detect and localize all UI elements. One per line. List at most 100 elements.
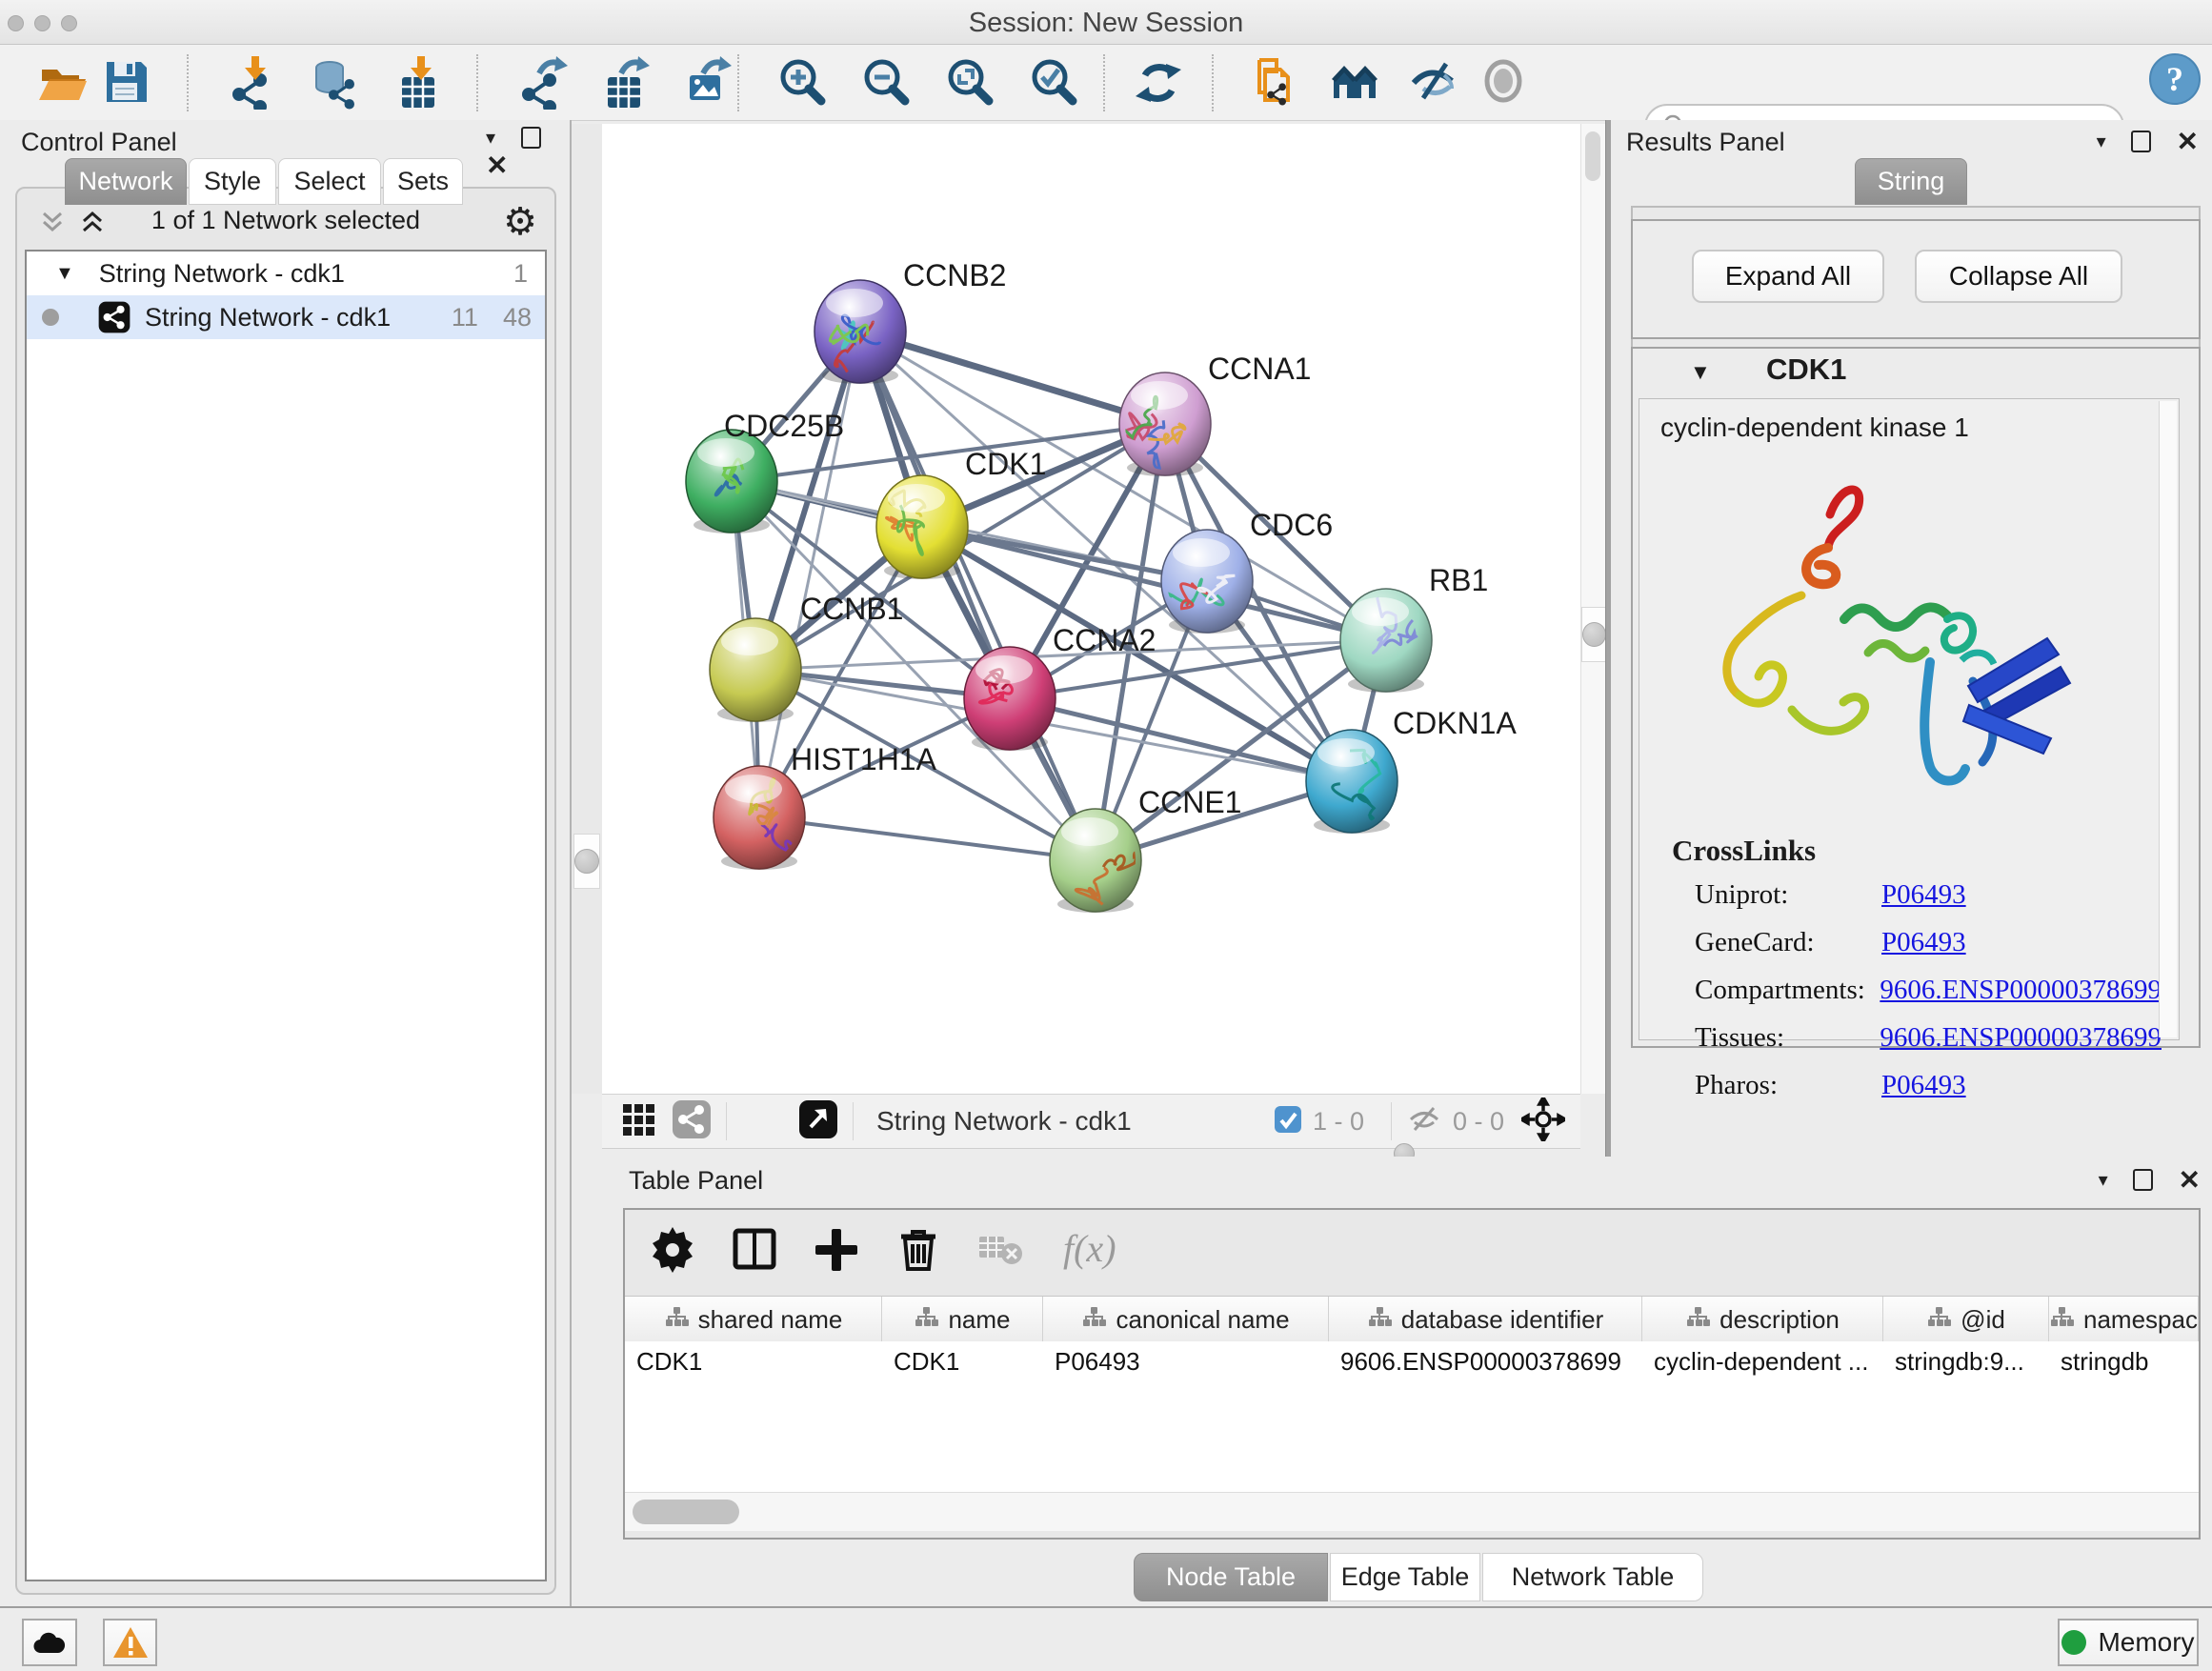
grid-view-icon[interactable]	[619, 1100, 657, 1143]
table-hscroll[interactable]	[625, 1492, 2199, 1531]
function-builder-icon: f(x)	[1059, 1225, 1141, 1279]
open-in-window-icon[interactable]	[797, 1098, 839, 1145]
delete-column-icon[interactable]	[895, 1225, 943, 1279]
column-header-name[interactable]: name	[882, 1297, 1043, 1342]
left-splitter[interactable]	[572, 124, 602, 1094]
table-panel-close-icon[interactable]: ✕	[2179, 1164, 2201, 1196]
memory-button[interactable]: Memory	[2058, 1619, 2199, 1666]
tab-sets[interactable]: Sets	[383, 158, 463, 205]
tab-edge-table[interactable]: Edge Table	[1330, 1553, 1480, 1601]
show-columns-icon[interactable]	[732, 1225, 779, 1279]
network-node-ccna2[interactable]: CCNA2	[964, 623, 1156, 751]
crosslink-value[interactable]: 9606.ENSP00000378699	[1880, 975, 2162, 1006]
import-table-icon[interactable]	[392, 56, 448, 110]
export-image-icon[interactable]	[680, 56, 735, 110]
crosslink-row: Uniprot: P06493	[1695, 879, 2162, 911]
network-view-mode-icon[interactable]	[671, 1098, 713, 1145]
tab-node-table[interactable]: Node Table	[1134, 1553, 1328, 1601]
table-cell[interactable]: 9606.ENSP00000378699	[1329, 1347, 1642, 1377]
control-panel-collapse-icon[interactable]: ▾	[486, 126, 495, 150]
network-node-ccna1[interactable]: CCNA1	[1115, 352, 1312, 481]
birdseye-view-icon[interactable]	[1521, 1097, 1565, 1146]
network-node-ccnb1[interactable]: CCNB1	[710, 592, 903, 722]
tree-expander-icon[interactable]: ▼	[55, 263, 74, 285]
add-column-icon[interactable]	[814, 1225, 861, 1279]
control-panel-float-icon[interactable]	[521, 127, 541, 149]
column-header--id[interactable]: @id	[1883, 1297, 2049, 1342]
expand-all-button[interactable]: Expand All	[1692, 250, 1884, 303]
results-panel-close-icon[interactable]: ✕	[2177, 126, 2199, 157]
crosslink-value[interactable]: P06493	[1881, 879, 1966, 911]
table-cell[interactable]: cyclin-dependent ...	[1642, 1347, 1883, 1377]
refresh-layout-icon[interactable]	[1132, 56, 1187, 110]
right-splitter-handle[interactable]	[1582, 622, 1606, 647]
table-panel-collapse-icon[interactable]: ▾	[2099, 1168, 2108, 1192]
cdk1-collapse-icon[interactable]: ▼	[1690, 360, 1711, 385]
crosslink-value[interactable]: P06493	[1881, 927, 1966, 958]
help-icon[interactable]: ?	[2147, 52, 2202, 106]
column-header-database-identifier[interactable]: database identifier	[1329, 1297, 1642, 1342]
svg-text:?: ?	[2166, 60, 2183, 98]
string-home-icon[interactable]	[1330, 56, 1385, 110]
crosslink-value[interactable]: 9606.ENSP00000378699	[1880, 1022, 2162, 1054]
network-tree-row[interactable]: ▼ String Network - cdk1 1	[27, 252, 545, 295]
table-settings-icon[interactable]	[650, 1225, 697, 1279]
column-header-canonical-name[interactable]: canonical name	[1043, 1297, 1329, 1342]
save-session-icon[interactable]	[99, 56, 154, 110]
hide-unhide-icon[interactable]	[1408, 56, 1463, 110]
cdk1-section-title[interactable]: CDK1	[1766, 352, 1846, 387]
left-splitter-handle[interactable]	[574, 849, 599, 874]
tab-network[interactable]: Network	[65, 158, 187, 205]
table-hscroll-thumb[interactable]	[633, 1500, 739, 1524]
zoom-in-icon[interactable]	[774, 56, 829, 110]
node-label-cdkn1a: CDKN1A	[1393, 706, 1517, 740]
network-options-gear-icon[interactable]: ⚙	[503, 200, 537, 244]
collapse-all-button[interactable]: Collapse All	[1915, 250, 2122, 303]
column-header-shared-name[interactable]: shared name	[625, 1297, 882, 1342]
network-canvas[interactable]: CCNB2 CCNA1 CDC25B CDK1 CDC6 RB1 CCNB1	[602, 124, 1580, 1094]
table-panel-float-icon[interactable]	[2133, 1169, 2153, 1191]
zoom-out-icon[interactable]	[857, 56, 913, 110]
export-table-icon[interactable]	[598, 56, 654, 110]
column-sort-icon	[914, 1305, 938, 1335]
network-edge[interactable]	[860, 332, 1165, 424]
bottom-statusbar: Memory	[0, 1606, 2212, 1671]
table-cell[interactable]: P06493	[1043, 1347, 1329, 1377]
network-node-hist1h1a[interactable]: HIST1H1A	[714, 742, 937, 880]
tab-style[interactable]: Style	[189, 158, 276, 205]
table-cell[interactable]: CDK1	[625, 1347, 882, 1377]
node-label-ccne1: CCNE1	[1138, 785, 1241, 819]
network-edge[interactable]	[759, 817, 1096, 860]
results-vscroll[interactable]	[2159, 401, 2177, 1037]
results-panel-float-icon[interactable]	[2131, 131, 2151, 152]
preview-icon[interactable]	[1478, 56, 1534, 110]
tab-string[interactable]: String	[1855, 158, 1967, 205]
network-node-cdkn1a[interactable]: CDKN1A	[1306, 706, 1517, 834]
import-network-icon[interactable]	[227, 56, 282, 110]
open-session-icon[interactable]	[34, 56, 90, 110]
network-node-rb1[interactable]: RB1	[1340, 563, 1488, 693]
control-panel-close-icon[interactable]: ✕	[486, 150, 508, 181]
right-splitter[interactable]	[1580, 124, 1606, 1094]
crosslink-value[interactable]: P06493	[1881, 1070, 1966, 1101]
warning-button[interactable]	[103, 1619, 157, 1666]
cloud-button[interactable]	[22, 1619, 77, 1666]
network-node-ccne1[interactable]: CCNE1	[1050, 785, 1241, 913]
network-tree-row[interactable]: String Network - cdk1 11 48	[27, 295, 545, 339]
table-cell[interactable]: stringdb:9...	[1883, 1347, 2049, 1377]
column-header-description[interactable]: description	[1642, 1297, 1883, 1342]
export-network-icon[interactable]	[516, 56, 572, 110]
hidden-count: 0 - 0	[1453, 1107, 1504, 1137]
zoom-selected-icon[interactable]	[1025, 56, 1080, 110]
tab-network-table[interactable]: Network Table	[1482, 1553, 1703, 1601]
table-cell[interactable]: stringdb	[2049, 1347, 2199, 1377]
results-panel-collapse-icon[interactable]: ▾	[2097, 130, 2106, 153]
import-database-icon[interactable]	[307, 56, 362, 110]
table-cell[interactable]: CDK1	[882, 1347, 1043, 1377]
copy-style-icon[interactable]	[1248, 56, 1303, 110]
zoom-fit-icon[interactable]	[941, 56, 996, 110]
canvas-vscroll-thumb[interactable]	[1585, 131, 1600, 181]
column-header-namespac[interactable]: namespac	[2049, 1297, 2199, 1342]
selected-checkbox-icon[interactable]	[1273, 1104, 1303, 1139]
tab-select[interactable]: Select	[278, 158, 381, 205]
